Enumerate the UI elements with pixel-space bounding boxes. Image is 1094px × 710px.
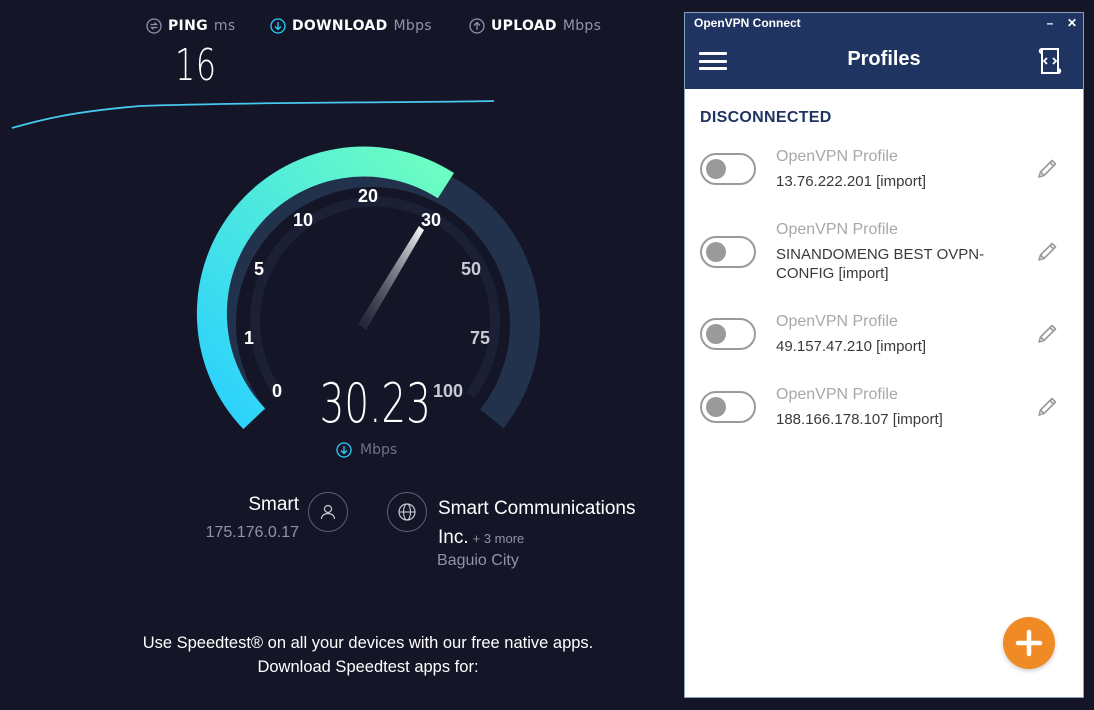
openvpn-window: OpenVPN Connect – ✕ Profiles DISCONNECTE… — [684, 12, 1084, 698]
gauge-label-75: 75 — [470, 328, 490, 348]
profile-subtitle: 13.76.222.201 [import] — [776, 173, 927, 190]
upload-arrow-icon — [469, 18, 485, 34]
import-profile-icon[interactable] — [1037, 47, 1063, 75]
gauge-label-10: 10 — [293, 210, 313, 230]
profile-subtitle: SINANDOMENG BEST OVPN-CONFIG [import] — [776, 246, 985, 282]
connection-status: DISCONNECTED — [700, 109, 832, 126]
globe-icon[interactable] — [387, 492, 427, 532]
promo-line-1: Use Speedtest® on all your devices with … — [142, 634, 594, 652]
edit-pencil-icon[interactable] — [1033, 393, 1061, 421]
gauge-label-1: 1 — [244, 328, 254, 348]
ping-icon — [146, 18, 162, 34]
current-speed-unit: Mbps — [336, 442, 397, 458]
ping-unit: ms — [213, 18, 236, 34]
connect-toggle[interactable] — [700, 391, 756, 423]
window-title: OpenVPN Connect — [694, 16, 801, 30]
add-profile-button[interactable] — [1003, 617, 1055, 669]
download-unit: Mbps — [393, 18, 432, 34]
profile-name: OpenVPN Profile — [776, 386, 898, 403]
upload-metric: UPLOAD Mbps — [469, 18, 601, 34]
download-arrow-icon — [336, 442, 352, 458]
user-icon — [308, 492, 348, 532]
ping-value: 16 — [175, 40, 217, 91]
profile-subtitle: 188.166.178.107 [import] — [776, 411, 943, 428]
connect-toggle[interactable] — [700, 153, 756, 185]
upload-unit: Mbps — [562, 18, 602, 34]
ping-graph — [11, 100, 495, 129]
speed-unit-label: Mbps — [360, 442, 398, 458]
edit-pencil-icon[interactable] — [1033, 155, 1061, 183]
window-titlebar[interactable]: OpenVPN Connect – ✕ — [685, 13, 1083, 33]
profile-subtitle: 49.157.47.210 [import] — [776, 338, 927, 355]
gauge-label-20: 20 — [358, 186, 378, 206]
profile-name: OpenVPN Profile — [776, 148, 898, 165]
minimize-button[interactable]: – — [1039, 13, 1061, 33]
ping-metric: PING ms — [146, 18, 235, 34]
server-more-link[interactable]: + 3 more — [473, 531, 525, 546]
connect-toggle[interactable] — [700, 318, 756, 350]
profile-name: OpenVPN Profile — [776, 313, 898, 330]
close-button[interactable]: ✕ — [1061, 13, 1083, 33]
server-city: Baguio City — [437, 552, 519, 569]
download-arrow-icon — [270, 18, 286, 34]
upload-label: UPLOAD — [491, 18, 557, 34]
server-name-text: Smart Communications Inc. — [438, 498, 636, 548]
promo-line-2: Download Speedtest apps for: — [257, 658, 479, 676]
app-header: Profiles — [685, 33, 1083, 89]
gauge-label-50: 50 — [461, 259, 481, 279]
edit-pencil-icon[interactable] — [1033, 238, 1061, 266]
plus-icon — [1015, 629, 1043, 657]
gauge-label-30: 30 — [421, 210, 441, 230]
page-title: Profiles — [847, 48, 921, 70]
gauge-label-0: 0 — [272, 381, 282, 401]
edit-pencil-icon[interactable] — [1033, 320, 1061, 348]
gauge-label-100: 100 — [433, 381, 463, 401]
isp-ip: 175.176.0.17 — [205, 524, 299, 541]
connect-toggle[interactable] — [700, 236, 756, 268]
download-metric: DOWNLOAD Mbps — [270, 18, 432, 34]
current-speed-value: 30.23 — [319, 372, 431, 435]
server-name[interactable]: Smart Communications Inc. + 3 more — [438, 494, 678, 553]
ping-label: PING — [168, 18, 208, 34]
gauge-needle — [358, 226, 424, 330]
download-label: DOWNLOAD — [292, 18, 388, 34]
isp-name: Smart — [248, 494, 299, 515]
profile-name: OpenVPN Profile — [776, 221, 898, 238]
gauge-label-5: 5 — [254, 259, 264, 279]
